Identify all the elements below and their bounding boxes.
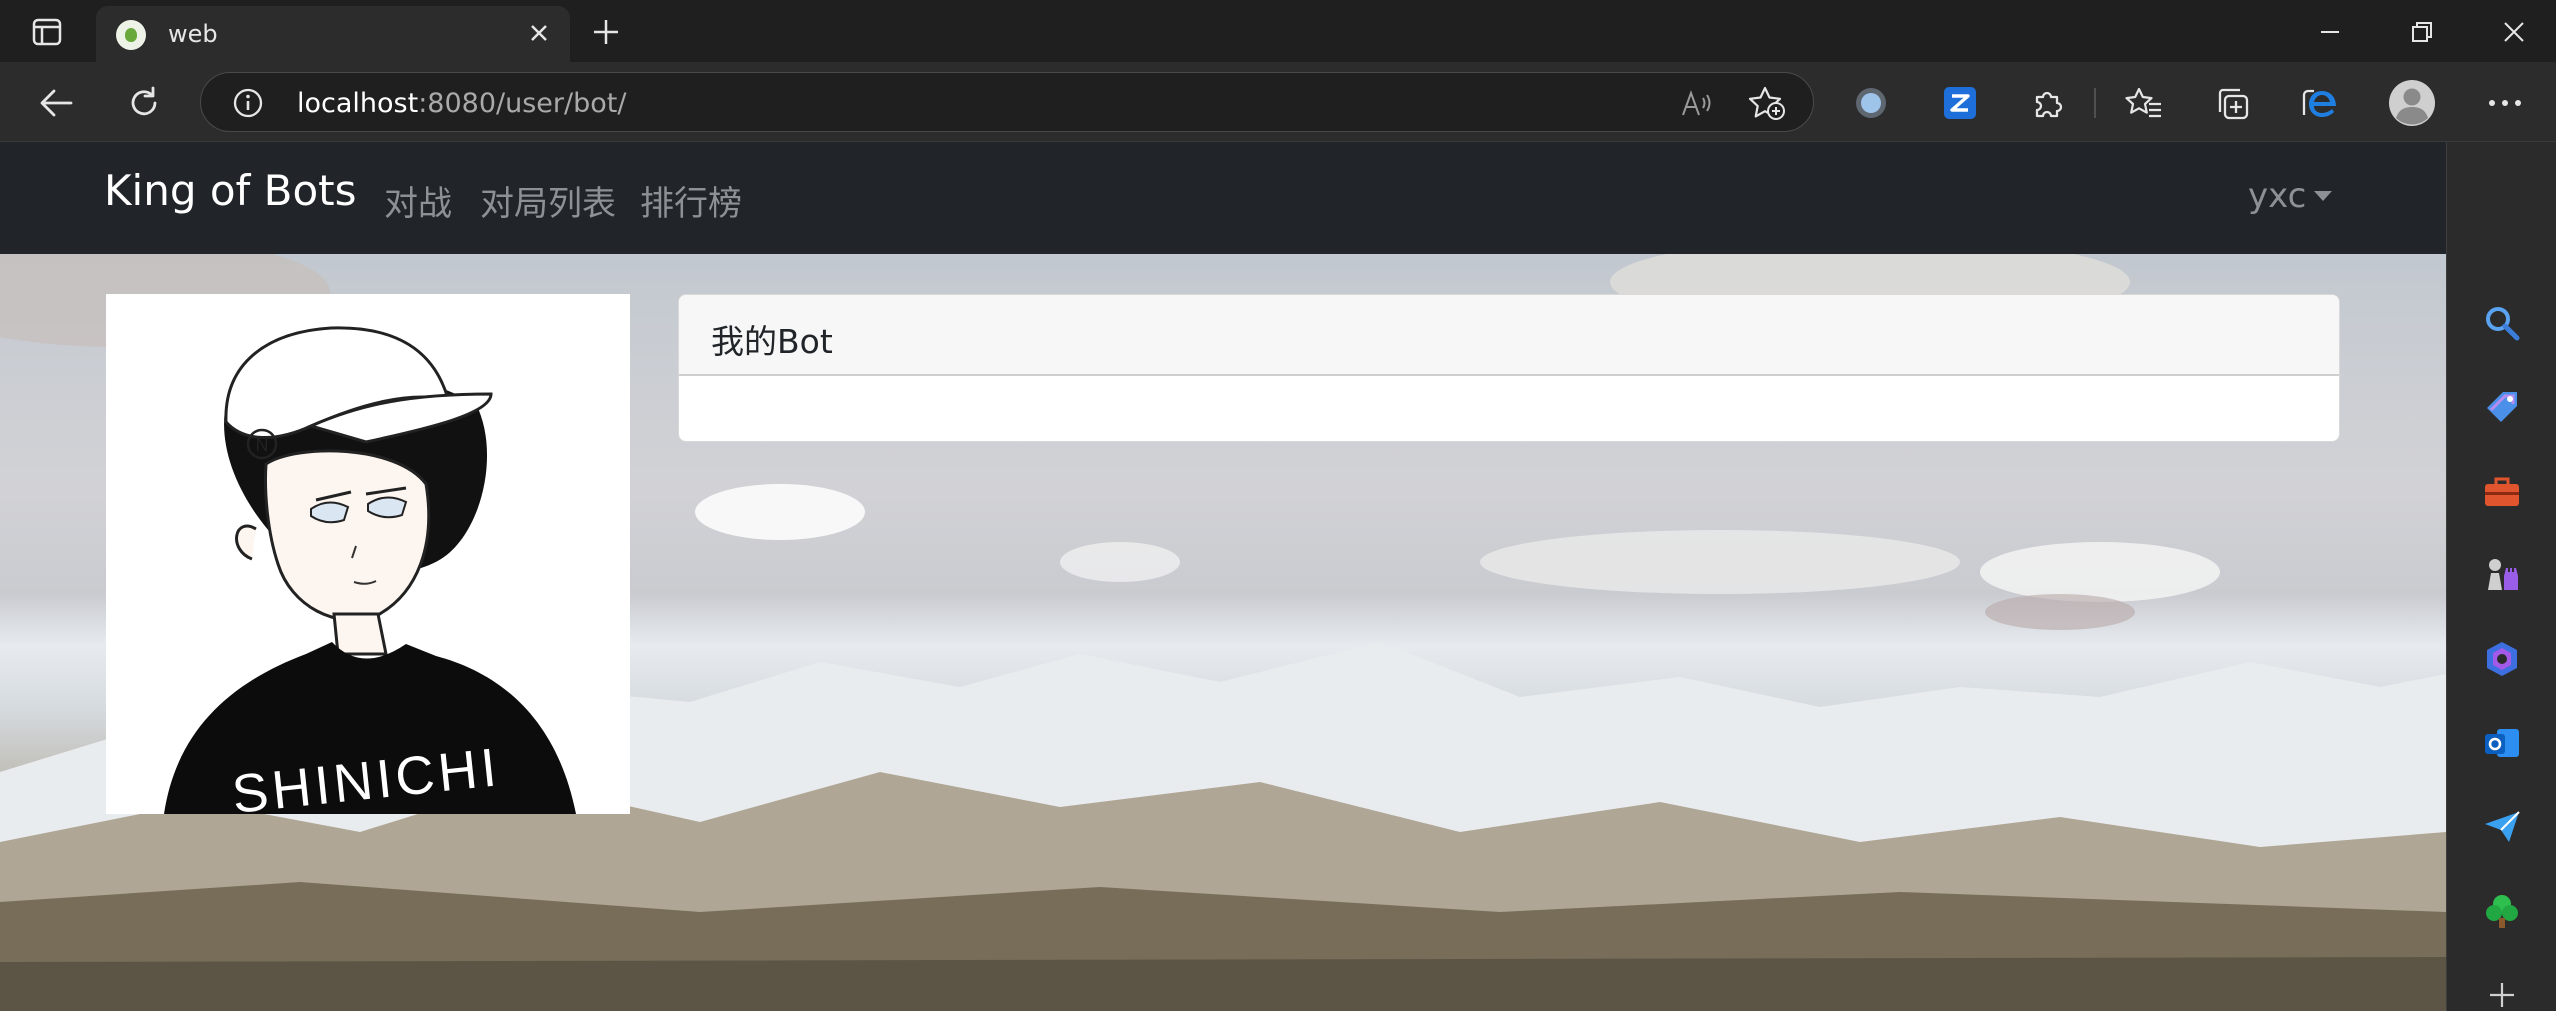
toolbox-icon[interactable] bbox=[2477, 466, 2527, 516]
tag-icon[interactable] bbox=[2477, 382, 2527, 432]
edge-browser-icon[interactable] bbox=[2298, 82, 2340, 124]
card-title: 我的Bot bbox=[711, 322, 833, 361]
send-icon[interactable] bbox=[2477, 802, 2527, 852]
window-close-icon[interactable] bbox=[2484, 10, 2544, 54]
nav-link-record-list[interactable]: 对局列表 bbox=[480, 176, 616, 225]
site-navbar: King of Bots 对战 对局列表 排行榜 yxc bbox=[0, 142, 2446, 254]
close-icon[interactable] bbox=[524, 18, 554, 48]
cap-logo: N bbox=[256, 435, 269, 455]
circle-extension-icon[interactable] bbox=[1850, 82, 1892, 124]
minimize-icon[interactable] bbox=[2300, 10, 2360, 54]
chess-icon[interactable] bbox=[2477, 550, 2527, 600]
brand-link[interactable]: King of Bots bbox=[104, 166, 357, 215]
collections-icon[interactable] bbox=[2211, 82, 2253, 124]
nav-link-pk[interactable]: 对战 bbox=[384, 176, 452, 225]
tab-actions-icon[interactable] bbox=[22, 16, 72, 48]
user-dropdown[interactable]: yxc bbox=[2248, 176, 2332, 216]
site-favicon-icon bbox=[116, 20, 146, 50]
z-extension-icon[interactable] bbox=[1939, 82, 1981, 124]
web-page-viewport: King of Bots 对战 对局列表 排行榜 yxc N SHINICHI … bbox=[0, 142, 2446, 1011]
tab-title: web bbox=[168, 20, 218, 48]
back-icon[interactable] bbox=[32, 80, 80, 126]
browser-tab[interactable]: web bbox=[96, 6, 570, 62]
copilot-icon[interactable] bbox=[2477, 634, 2527, 684]
profile-icon[interactable] bbox=[2388, 79, 2436, 127]
info-icon[interactable] bbox=[231, 86, 265, 120]
refresh-icon[interactable] bbox=[120, 80, 168, 126]
url-host: localhost bbox=[297, 88, 419, 119]
extensions-puzzle-icon[interactable] bbox=[2027, 82, 2069, 124]
add-favorite-icon[interactable] bbox=[1747, 85, 1787, 121]
avatar-illustration: N SHINICHI bbox=[106, 294, 630, 814]
plus-icon[interactable] bbox=[588, 14, 624, 50]
address-bar[interactable]: localhost:8080/user/bot/ bbox=[200, 72, 1814, 132]
search-icon[interactable] bbox=[2477, 298, 2527, 348]
user-avatar: N SHINICHI bbox=[106, 294, 630, 814]
read-aloud-icon[interactable] bbox=[1677, 85, 1717, 121]
restore-icon[interactable] bbox=[2392, 10, 2452, 54]
card-header: 我的Bot bbox=[679, 295, 2339, 376]
tree-icon[interactable] bbox=[2477, 886, 2527, 936]
browser-toolbar: localhost:8080/user/bot/ bbox=[0, 62, 2556, 142]
favorites-icon[interactable] bbox=[2123, 82, 2165, 124]
toolbar-divider bbox=[2094, 88, 2096, 118]
my-bots-card: 我的Bot bbox=[678, 294, 2340, 442]
more-icon[interactable] bbox=[2484, 82, 2526, 124]
url-text[interactable]: localhost:8080/user/bot/ bbox=[297, 88, 626, 119]
browser-tab-strip: web bbox=[0, 0, 2556, 62]
edge-sidebar bbox=[2446, 142, 2556, 1011]
outlook-icon[interactable] bbox=[2477, 718, 2527, 768]
nav-link-ranklist[interactable]: 排行榜 bbox=[640, 176, 742, 225]
plus-icon[interactable] bbox=[2477, 970, 2527, 1011]
url-path: :8080/user/bot/ bbox=[418, 88, 627, 119]
